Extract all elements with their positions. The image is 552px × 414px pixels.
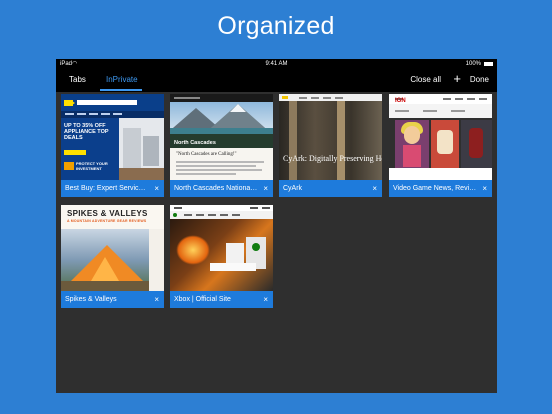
- console-image: [210, 263, 256, 271]
- tab-tabs[interactable]: Tabs: [69, 75, 86, 84]
- tent-image: [91, 257, 119, 281]
- battery-percent: 100%: [465, 61, 481, 67]
- promo-cta: [64, 150, 86, 155]
- close-tab-icon[interactable]: ×: [372, 180, 377, 197]
- geek-squad-text: PROTECT YOUR INVESTMENT: [76, 161, 108, 171]
- nav-strip: [61, 111, 164, 118]
- tab-caption[interactable]: CyArk ×: [279, 180, 382, 197]
- battery-icon: [484, 62, 493, 66]
- clock: 9:41 AM: [265, 61, 288, 67]
- tab-thumbnail[interactable]: CyArk: Digitally Preserving Her: [279, 94, 382, 180]
- site-title: SPIKES & VALLEYS: [67, 209, 148, 218]
- tab-caption[interactable]: Video Game News, Review... ×: [389, 180, 492, 197]
- tab-caption[interactable]: Xbox | Official Site ×: [170, 291, 273, 308]
- close-tab-icon[interactable]: ×: [482, 180, 487, 197]
- park-label: North Cascades: [174, 140, 216, 146]
- site-header: [170, 94, 273, 102]
- game-art-image: [395, 120, 429, 168]
- close-tab-icon[interactable]: ×: [154, 180, 159, 197]
- tab-thumbnail[interactable]: SPIKES & VALLEYS A MOUNTAIN ADVENTURE GE…: [61, 205, 164, 291]
- site-header: [279, 94, 382, 101]
- tab-title: Spikes & Valleys: [65, 296, 117, 303]
- tab-inprivate[interactable]: InPrivate: [106, 75, 138, 84]
- done-button[interactable]: Done: [470, 75, 489, 84]
- geek-squad-icon: [64, 162, 74, 170]
- tab-thumbnail[interactable]: UP TO 35% OFF APPLIANCE TOP DEALS PROTEC…: [61, 94, 164, 180]
- new-tab-button[interactable]: +: [453, 71, 461, 86]
- article-body: "North Cascades are Calling!": [170, 148, 273, 180]
- game-art-image: [461, 120, 492, 168]
- sidebar-image: [149, 229, 164, 291]
- close-tab-icon[interactable]: ×: [263, 180, 268, 197]
- site-header: IGN: [389, 94, 492, 104]
- promo-banner: UP TO 35% OFF APPLIANCE TOP DEALS PROTEC…: [61, 118, 119, 180]
- tab-title: CyArk: [283, 185, 303, 192]
- tab-title: Xbox | Official Site: [174, 296, 231, 303]
- xbox-logo-icon: [173, 213, 177, 217]
- tab-thumbnail[interactable]: North Cascades "North Cascades are Calli…: [170, 94, 273, 180]
- hero-title: CyArk: Digitally Preserving Her: [283, 154, 382, 163]
- bestbuy-header: [61, 94, 164, 118]
- tab-caption[interactable]: Spikes & Valleys ×: [61, 291, 164, 308]
- site-header: SPIKES & VALLEYS A MOUNTAIN ADVENTURE GE…: [61, 205, 164, 229]
- article-heading: "North Cascades are Calling!": [176, 152, 237, 157]
- tab-thumbnail[interactable]: [170, 205, 273, 291]
- device-screen: iPad ◠ 9:41 AM 100% Tabs InPrivate Close…: [56, 59, 497, 393]
- tab-card-spikes-valleys[interactable]: SPIKES & VALLEYS A MOUNTAIN ADVENTURE GE…: [61, 205, 164, 308]
- tab-card-north-cascades[interactable]: North Cascades "North Cascades are Calli…: [170, 94, 273, 197]
- article-list: [389, 168, 492, 180]
- snow-peak-image: [230, 104, 246, 112]
- active-tab-indicator: [100, 89, 142, 91]
- tab-title: North Cascades National P...: [174, 185, 258, 192]
- tab-caption[interactable]: North Cascades National P... ×: [170, 180, 273, 197]
- site-nav: [170, 211, 273, 219]
- tab-card-ign[interactable]: IGN Video Game News, Review... ×: [389, 94, 492, 197]
- kitchen-image: [119, 118, 164, 180]
- tab-card-xbox[interactable]: Xbox | Official Site ×: [170, 205, 273, 308]
- site-tagline: A MOUNTAIN ADVENTURE GEAR REVIEWS: [67, 219, 147, 223]
- cyark-logo-icon: [282, 96, 288, 99]
- status-bar: iPad ◠ 9:41 AM 100%: [56, 59, 497, 69]
- ign-logo: IGN: [395, 98, 406, 104]
- tab-toolbar: Tabs InPrivate Close all + Done: [56, 69, 497, 92]
- close-all-button[interactable]: Close all: [410, 75, 441, 84]
- search-bar-image: [77, 100, 137, 105]
- tab-title: Video Game News, Review...: [393, 185, 477, 192]
- column-image: [289, 101, 297, 180]
- sub-nav: [389, 104, 492, 118]
- bestbuy-logo-icon: [64, 100, 75, 106]
- promo-text: UP TO 35% OFF APPLIANCE TOP DEALS: [64, 123, 109, 141]
- column-image: [337, 101, 345, 180]
- tab-title: Best Buy: Expert Service. U...: [65, 185, 149, 192]
- tab-caption[interactable]: Best Buy: Expert Service. U... ×: [61, 180, 164, 197]
- game-art-image: [431, 120, 459, 168]
- tab-card-bestbuy[interactable]: UP TO 35% OFF APPLIANCE TOP DEALS PROTEC…: [61, 94, 164, 197]
- close-tab-icon[interactable]: ×: [263, 291, 268, 308]
- headline: Organized: [217, 12, 335, 40]
- tab-thumbnail[interactable]: IGN: [389, 94, 492, 180]
- tab-card-cyark[interactable]: CyArk: Digitally Preserving Her CyArk ×: [279, 94, 382, 197]
- fire-image: [176, 235, 210, 265]
- close-tab-icon[interactable]: ×: [154, 291, 159, 308]
